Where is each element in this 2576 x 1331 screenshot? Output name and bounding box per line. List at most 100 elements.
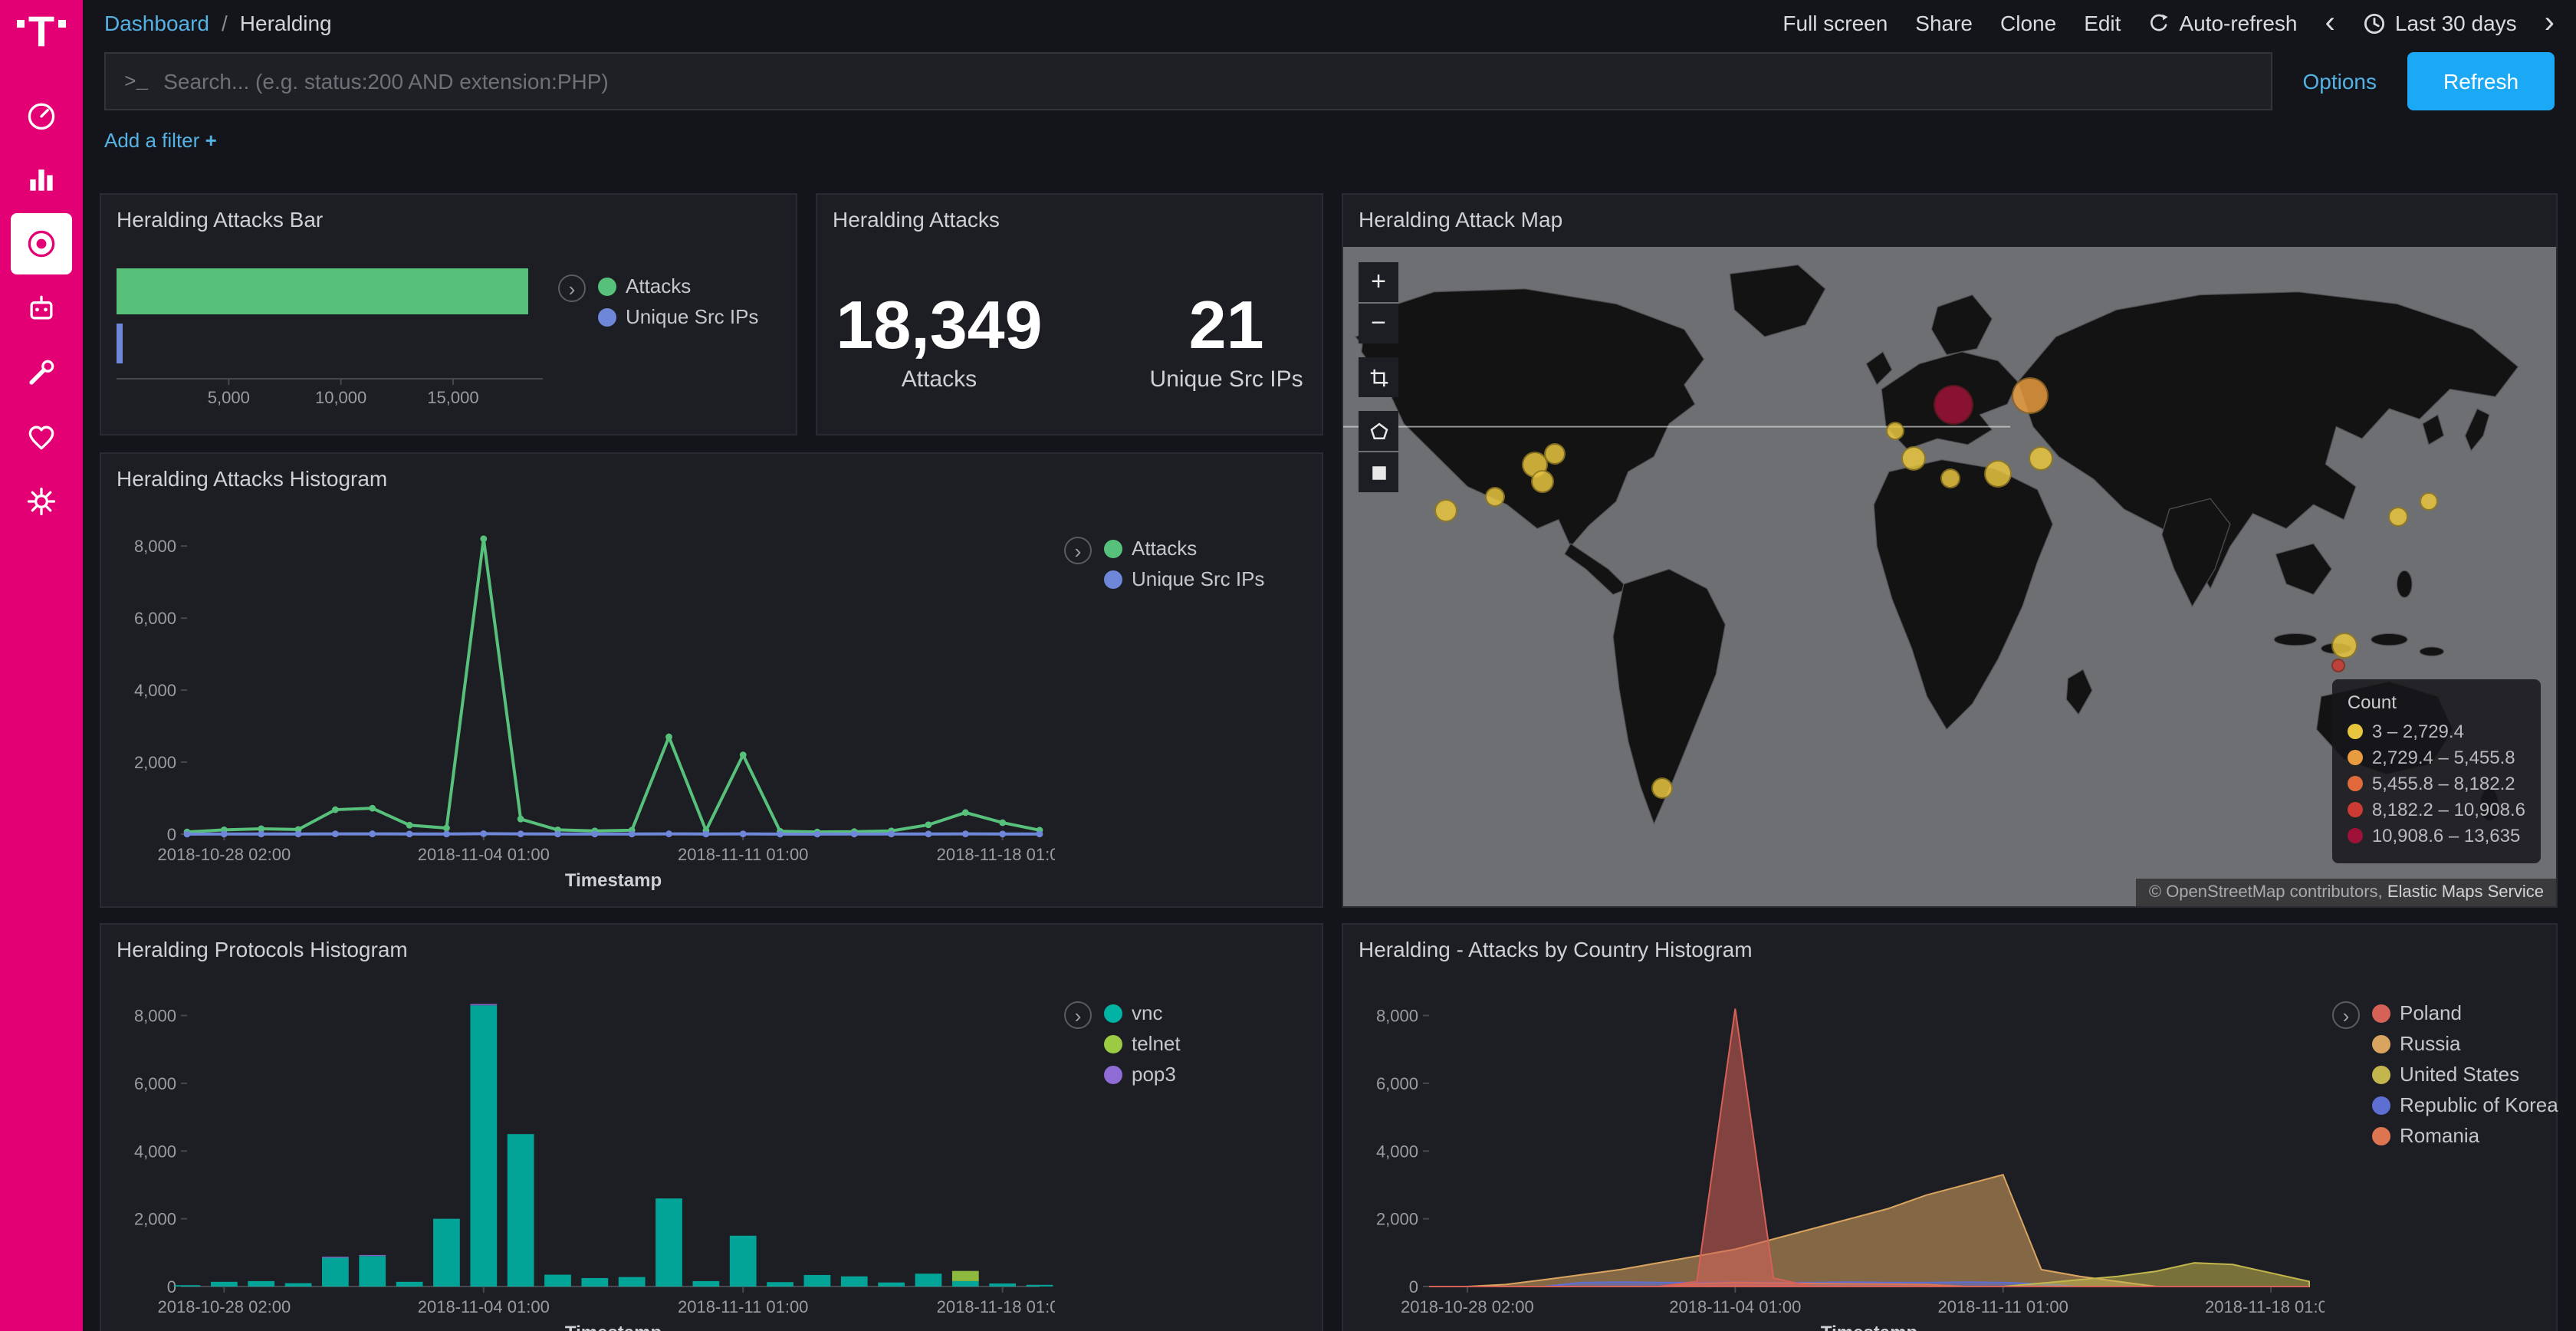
attack-location-bubble[interactable] bbox=[2388, 508, 2408, 527]
sidebar-item-gauge[interactable] bbox=[11, 84, 72, 146]
metric-group: 18,349 Attacks 21 Unique Src IPs bbox=[817, 244, 1322, 393]
panel-heralding-attacks-bar: Heralding Attacks Bar 5,00010,00015,000 … bbox=[100, 193, 797, 435]
legend-label: 5,455.8 – 8,182.2 bbox=[2372, 773, 2515, 794]
wrench-icon bbox=[25, 356, 58, 389]
sidebar-item-dashboards-active[interactable] bbox=[11, 213, 72, 274]
attack-location-bubble[interactable] bbox=[1901, 445, 1926, 470]
attack-location-bubble[interactable] bbox=[2011, 377, 2048, 414]
legend-item-attacks[interactable]: Attacks bbox=[1104, 537, 1264, 560]
legend-label: Attacks bbox=[626, 274, 691, 297]
map-polygon-tool-button[interactable] bbox=[1359, 411, 1398, 451]
attack-location-bubble[interactable] bbox=[1543, 444, 1565, 465]
legend-item-unique-src-ips[interactable]: Unique Src IPs bbox=[598, 305, 758, 328]
elastic-maps-service-link[interactable]: Elastic Maps Service bbox=[2387, 883, 2544, 902]
sidebar-item-settings[interactable] bbox=[11, 471, 72, 532]
search-options-link[interactable]: Options bbox=[2272, 52, 2408, 110]
sidebar-item-analytics[interactable] bbox=[11, 149, 72, 210]
attack-map-area[interactable]: + − bbox=[1343, 247, 2556, 906]
attacks-histogram-legend: › Attacks Unique Src IPs bbox=[1064, 537, 1264, 598]
attacks-histogram-chart[interactable]: 02,0004,0006,0008,0002018-10-28 02:00201… bbox=[117, 512, 1055, 899]
legend-item-romania[interactable]: Romania bbox=[2372, 1124, 2558, 1147]
add-filter-button[interactable]: Add a filter + bbox=[104, 129, 217, 152]
legend-dot bbox=[598, 307, 616, 326]
legend-collapse-icon[interactable]: › bbox=[1064, 537, 1092, 564]
legend-item-poland[interactable]: Poland bbox=[2372, 1001, 2558, 1024]
map-rectangle-tool-button[interactable] bbox=[1359, 452, 1398, 492]
legend-collapse-icon[interactable]: › bbox=[558, 274, 586, 302]
telekom-logo[interactable]: T bbox=[18, 12, 65, 52]
search-input[interactable] bbox=[163, 69, 2252, 94]
time-forward-chevron[interactable]: › bbox=[2545, 8, 2555, 38]
svg-text:2018-11-11 01:00: 2018-11-11 01:00 bbox=[678, 1297, 808, 1316]
legend-item-united-states[interactable]: United States bbox=[2372, 1063, 2558, 1086]
svg-text:2018-11-04 01:00: 2018-11-04 01:00 bbox=[418, 845, 550, 864]
legend-label: Russia bbox=[2400, 1032, 2461, 1055]
refresh-button[interactable]: Refresh bbox=[2407, 52, 2555, 110]
legend-label: Unique Src IPs bbox=[626, 305, 758, 328]
full-screen-button[interactable]: Full screen bbox=[1783, 11, 1888, 35]
svg-text:2018-11-18 01:00: 2018-11-18 01:00 bbox=[2205, 1297, 2325, 1316]
attacks-bar-chart[interactable]: 5,00010,00015,000 bbox=[113, 259, 549, 422]
attack-location-bubble[interactable] bbox=[1434, 499, 1457, 522]
attack-location-bubble[interactable] bbox=[2331, 633, 2357, 659]
legend-item-republic-of-korea[interactable]: Republic of Korea bbox=[2372, 1093, 2558, 1116]
attack-location-bubble[interactable] bbox=[2331, 659, 2344, 672]
map-legend-row: 10,908.6 – 13,635 bbox=[2348, 825, 2525, 846]
attack-location-bubble[interactable] bbox=[1651, 777, 1673, 798]
metric-unique-src-ips: 21 Unique Src IPs bbox=[1150, 290, 1303, 393]
panel-title: Heralding Attacks Bar bbox=[101, 195, 796, 244]
search-box: >_ bbox=[104, 52, 2272, 110]
attack-location-bubble[interactable] bbox=[2029, 445, 2053, 470]
svg-text:2,000: 2,000 bbox=[134, 1210, 176, 1229]
map-legend-row: 3 – 2,729.4 bbox=[2348, 721, 2525, 742]
attack-location-bubble[interactable] bbox=[2420, 491, 2438, 510]
legend-collapse-icon[interactable]: › bbox=[2332, 1001, 2360, 1029]
app-sidebar: T bbox=[0, 0, 83, 1331]
sidebar-item-health[interactable] bbox=[11, 406, 72, 468]
auto-refresh-button[interactable]: Auto-refresh bbox=[2148, 11, 2297, 35]
metric-label: Attacks bbox=[836, 367, 1042, 393]
clock-icon bbox=[2363, 12, 2386, 35]
legend-item-telnet[interactable]: telnet bbox=[1104, 1032, 1181, 1055]
svg-text:Timestamp: Timestamp bbox=[565, 870, 662, 891]
time-back-chevron[interactable]: ‹ bbox=[2325, 8, 2335, 38]
share-button[interactable]: Share bbox=[1915, 11, 1973, 35]
attack-location-bubble[interactable] bbox=[1984, 461, 2012, 488]
sidebar-item-honeypot[interactable] bbox=[11, 278, 72, 339]
legend-label: pop3 bbox=[1132, 1063, 1176, 1086]
legend-item-attacks[interactable]: Attacks bbox=[598, 274, 758, 297]
clone-button[interactable]: Clone bbox=[2000, 11, 2056, 35]
time-range-button[interactable]: Last 30 days bbox=[2363, 11, 2517, 35]
attack-location-bubble[interactable] bbox=[1940, 468, 1960, 488]
legend-item-russia[interactable]: Russia bbox=[2372, 1032, 2558, 1055]
svg-text:8,000: 8,000 bbox=[134, 537, 176, 556]
pentagon-icon bbox=[1367, 419, 1390, 442]
map-zoom-out-button[interactable]: − bbox=[1359, 304, 1398, 343]
attack-location-bubble[interactable] bbox=[1530, 469, 1553, 492]
country-histogram-chart[interactable]: 02,0004,0006,0008,0002018-10-28 02:00201… bbox=[1359, 983, 2325, 1331]
map-zoom-in-button[interactable]: + bbox=[1359, 262, 1398, 302]
svg-text:2018-11-11 01:00: 2018-11-11 01:00 bbox=[678, 845, 808, 864]
panel-attacks-by-country-histogram: Heralding - Attacks by Country Histogram… bbox=[1342, 923, 2558, 1331]
breadcrumb-dashboard-link[interactable]: Dashboard bbox=[104, 11, 209, 35]
sidebar-item-tools[interactable] bbox=[11, 342, 72, 403]
attack-location-bubble[interactable] bbox=[1485, 488, 1505, 508]
legend-item-vnc[interactable]: vnc bbox=[1104, 1001, 1181, 1024]
legend-item-unique-src-ips[interactable]: Unique Src IPs bbox=[1104, 567, 1264, 590]
protocols-histogram-chart[interactable]: 02,0004,0006,0008,0002018-10-28 02:00201… bbox=[117, 983, 1055, 1331]
heartbeat-icon bbox=[25, 420, 58, 454]
metric-label: Unique Src IPs bbox=[1150, 367, 1303, 393]
time-range-label: Last 30 days bbox=[2395, 11, 2517, 35]
map-fit-data-bounds-button[interactable] bbox=[1359, 357, 1398, 397]
legend-collapse-icon[interactable]: › bbox=[1064, 1001, 1092, 1029]
svg-text:2018-11-18 01:00: 2018-11-18 01:00 bbox=[937, 1297, 1055, 1316]
edit-button[interactable]: Edit bbox=[2084, 11, 2121, 35]
legend-dot bbox=[1104, 1004, 1122, 1022]
panel-title: Heralding Attack Map bbox=[1343, 195, 2556, 244]
attack-location-bubble[interactable] bbox=[1934, 385, 1973, 425]
legend-item-pop3[interactable]: pop3 bbox=[1104, 1063, 1181, 1086]
map-legend-row: 5,455.8 – 8,182.2 bbox=[2348, 773, 2525, 794]
legend-label: Poland bbox=[2400, 1001, 2462, 1024]
panel-title: Heralding Attacks bbox=[817, 195, 1322, 244]
attack-location-bubble[interactable] bbox=[1886, 422, 1904, 441]
